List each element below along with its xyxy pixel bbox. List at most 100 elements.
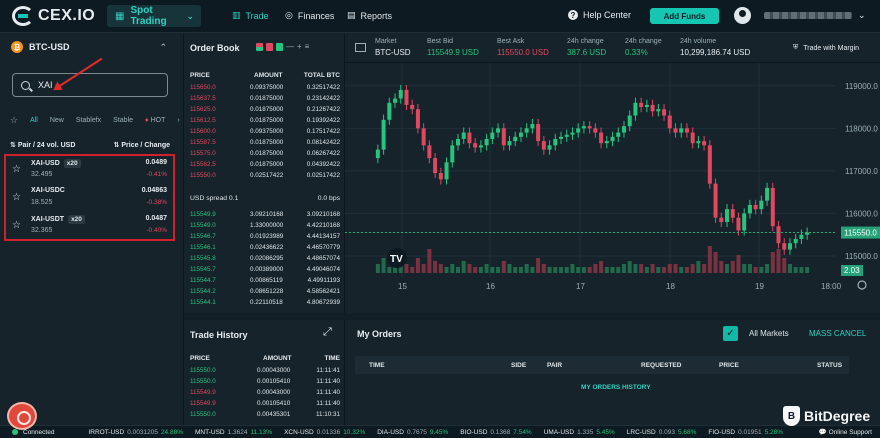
- nav-trade[interactable]: ▥ Trade: [232, 10, 269, 21]
- favorites-star-icon[interactable]: ☆: [10, 115, 18, 126]
- view-asks-icon[interactable]: [266, 42, 273, 51]
- ticker-pair: MNT-USD: [194, 428, 225, 436]
- chevron-right-icon[interactable]: ›: [177, 117, 179, 124]
- filter-all[interactable]: All: [30, 117, 38, 124]
- fire-icon: ♦: [145, 117, 149, 124]
- view-bids-icon[interactable]: [276, 42, 283, 51]
- ob-total: 0.04392422: [306, 161, 340, 168]
- bid-row[interactable]: 115544.2 0.08651228 4.58562421: [190, 288, 340, 298]
- bid-row[interactable]: 115545.8 0.02086295 4.48657074: [190, 255, 340, 265]
- ask-row[interactable]: 115650.0 0.09375000 0.32517422: [190, 84, 340, 94]
- bid-row[interactable]: 115546.7 0.01923989 4.44134157: [190, 233, 340, 243]
- pair-selector-panel: ₿ BTC-USD ⌃ XAI ☆ All New Stablefx Stabl…: [0, 33, 184, 425]
- ask-row[interactable]: 115612.5 0.01875000 0.19392422: [190, 117, 340, 127]
- expand-icon[interactable]: ⤢: [323, 326, 332, 339]
- trade-price: 115549.9: [190, 400, 216, 407]
- nav-finances[interactable]: ◎ Finances: [285, 10, 334, 21]
- star-icon[interactable]: ☆: [12, 164, 21, 175]
- ask-row[interactable]: 115575.0 0.01875000 0.06267422: [190, 150, 340, 160]
- online-support-link[interactable]: 💬 Online Support: [814, 428, 872, 436]
- pair-price: 0.0487: [145, 215, 167, 222]
- help-center-link[interactable]: ? Help Center: [568, 10, 631, 20]
- ask-row[interactable]: 115637.5 0.01875000 0.23142422: [190, 95, 340, 105]
- more-icon[interactable]: ≡: [305, 42, 310, 51]
- chat-bubble-icon[interactable]: [7, 402, 37, 430]
- nav-trade-label: Trade: [245, 10, 269, 21]
- ticker-item[interactable]: BIO-USD 0.1368 7.54%: [460, 429, 531, 436]
- ob-amount: 0.01875000: [250, 139, 284, 146]
- volume-bar: [387, 267, 392, 273]
- volume-bar: [433, 261, 438, 273]
- ask-row[interactable]: 115562.5 0.01875000 0.04392422: [190, 161, 340, 171]
- ask-row[interactable]: 115625.0 0.01875000 0.21267422: [190, 106, 340, 116]
- nav-reports[interactable]: ▤ Reports: [347, 10, 392, 21]
- bitcoin-icon: ₿: [11, 41, 23, 53]
- candlestick-chart-svg[interactable]: 119000.0 118000.0 117000.0 116000.0 115000.0…: [345, 63, 880, 313]
- user-avatar-icon[interactable]: [734, 7, 751, 24]
- volume-bar: [564, 267, 569, 273]
- bid-row[interactable]: 115549.0 1.33000000 4.42210168: [190, 222, 340, 232]
- x-tick-label: 18:00: [821, 282, 842, 291]
- chart-type-icon[interactable]: [355, 43, 366, 52]
- ticker-pair: UMA-USD: [543, 428, 575, 436]
- ticker-item[interactable]: LRC-USD 0.093 5.68%: [627, 429, 697, 436]
- trade-amount: 0.00105410: [257, 400, 291, 407]
- candle-body: [387, 102, 392, 120]
- ticker-price: 1.335: [577, 428, 594, 436]
- all-markets-checkbox[interactable]: ✓: [723, 326, 738, 341]
- ask-row[interactable]: 115550.0 0.02517422 0.02517422: [190, 172, 340, 182]
- volume-bar: [375, 264, 380, 273]
- ticker-item[interactable]: XCN-USD 0.01336 10.32%: [284, 429, 365, 436]
- ask-row[interactable]: 115587.5 0.01875000 0.08142422: [190, 139, 340, 149]
- finances-icon: ◎: [285, 10, 293, 20]
- pair-selector-header[interactable]: ₿ BTC-USD ⌃: [0, 33, 183, 61]
- spot-trading-dropdown[interactable]: ▦ Spot Trading ⌄: [107, 5, 201, 27]
- candle-body: [393, 98, 398, 103]
- bid-row[interactable]: 115544.7 0.00865119 4.49911193: [190, 277, 340, 287]
- star-icon[interactable]: ☆: [12, 220, 21, 231]
- star-icon[interactable]: ☆: [12, 192, 21, 203]
- ticker-item[interactable]: FIO-USD 0.01951 5.28%: [708, 429, 783, 436]
- cex-logo[interactable]: CEX.IO: [12, 6, 95, 26]
- filter-hot[interactable]: ♦ HOT: [145, 117, 165, 124]
- chevron-up-icon[interactable]: ⌃: [159, 42, 167, 53]
- chevron-down-icon[interactable]: ⌄: [858, 10, 866, 21]
- ticker-item[interactable]: MNT-USD 1.3624 11.13%: [195, 429, 272, 436]
- sort-price-change[interactable]: ⇅ Price / Change: [114, 141, 170, 149]
- candle-body: [507, 141, 512, 146]
- pair-row-xai-usd[interactable]: ☆ XAI-USD x20 32.495 0.0489 -0.41%: [6, 156, 173, 183]
- pair-row-xai-usdt[interactable]: ☆ XAI-USDT x20 32.365 0.0487 -0.40%: [6, 212, 173, 239]
- pair-row-xai-usdc[interactable]: ☆ XAI-USDC 18.525 0.04863 -0.38%: [6, 184, 173, 211]
- sort-pair-vol[interactable]: ⇅ Pair / 24 vol. USD: [10, 141, 75, 149]
- filter-new[interactable]: New: [50, 117, 64, 124]
- add-funds-button[interactable]: Add Funds: [650, 8, 719, 24]
- x-tick-label: 19: [755, 282, 764, 291]
- minus-icon[interactable]: —: [286, 42, 294, 51]
- volume-bar: [473, 267, 478, 273]
- my-orders-history-link[interactable]: MY ORDERS HISTORY: [581, 384, 651, 391]
- bid-row[interactable]: 115546.1 0.02436622 4.46570779: [190, 244, 340, 254]
- volume-bar: [581, 267, 586, 273]
- price-chart[interactable]: 119000.0 118000.0 117000.0 116000.0 115000.0…: [345, 63, 880, 313]
- bid-row[interactable]: 115544.1 0.22110518 4.80672939: [190, 299, 340, 309]
- ticker-item[interactable]: DIA-USD 0.7675 9.45%: [377, 429, 448, 436]
- ob-price: 115549.9: [190, 211, 216, 218]
- candle-body: [501, 128, 506, 146]
- pair-search-input[interactable]: XAI: [12, 73, 168, 97]
- ticker-item[interactable]: UMA-USD 1.335 5.45%: [544, 429, 615, 436]
- ask-row[interactable]: 115600.0 0.09375000 0.17517422: [190, 128, 340, 138]
- trade-with-margin-button[interactable]: ⛨ Trade with Margin: [789, 39, 873, 57]
- filter-stablefx[interactable]: Stablefx: [76, 117, 101, 124]
- bid-row[interactable]: 115545.7 0.00389000 4.49046074: [190, 266, 340, 276]
- candle-body: [467, 132, 472, 144]
- view-both-icon[interactable]: [256, 42, 263, 51]
- mass-cancel-button[interactable]: MASS CANCEL: [809, 329, 866, 338]
- ob-amount: 0.02086295: [250, 255, 284, 262]
- bid-row[interactable]: 115549.9 3.09210168 3.09210168: [190, 211, 340, 221]
- user-email-blurred[interactable]: [764, 12, 852, 19]
- plus-icon[interactable]: +: [297, 42, 302, 51]
- volume-bar: [787, 264, 792, 273]
- filter-stable[interactable]: Stable: [113, 117, 133, 124]
- trade-row: 115550.0 0.00435301 11:10:31: [190, 411, 340, 421]
- ticker-item[interactable]: IRROT-USD 0.0031205 24.88%: [88, 429, 183, 436]
